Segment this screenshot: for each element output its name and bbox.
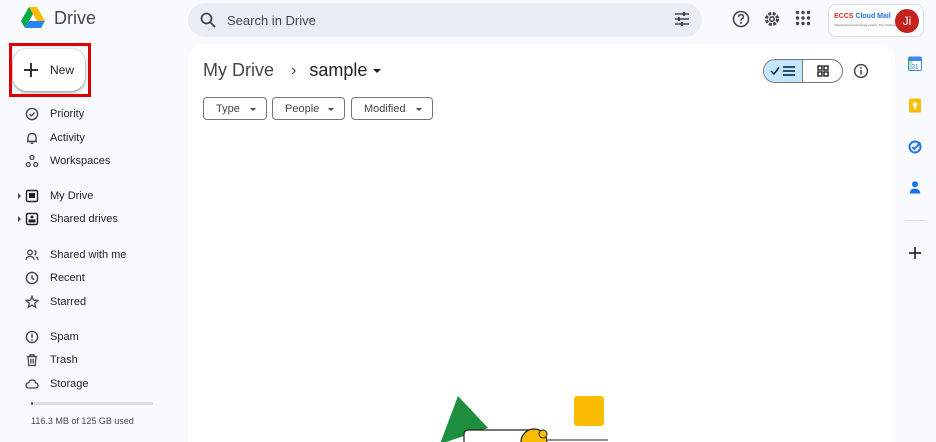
empty-folder-illustration: [440, 396, 608, 442]
workspaces-icon: [25, 154, 39, 168]
sidebar-item-spam[interactable]: Spam: [0, 326, 180, 348]
trash-icon: [25, 353, 39, 367]
filter-chip-label: Type: [216, 102, 240, 115]
search-bar[interactable]: [188, 3, 702, 37]
breadcrumb-root[interactable]: My Drive: [203, 60, 274, 81]
shared-drives-icon: [25, 212, 39, 226]
sidebar-item-workspaces[interactable]: Workspaces: [0, 150, 180, 172]
storage-bar: [31, 402, 153, 405]
breadcrumb-current-folder[interactable]: sample: [309, 60, 367, 81]
sidebar-item-label: Storage: [50, 378, 89, 390]
sidebar-item-label: Starred: [50, 296, 87, 308]
app-title: Drive: [54, 7, 97, 28]
shared-with-me-icon: [25, 248, 39, 262]
sidebar-item-label: Spam: [50, 331, 79, 343]
rail-divider: [905, 220, 925, 221]
avatar[interactable]: Ji: [895, 9, 919, 33]
search-input[interactable]: [227, 12, 647, 28]
grid-view-icon: [816, 65, 829, 77]
sidebar-item-label: Shared with me: [50, 249, 127, 261]
sidebar-item-storage[interactable]: Storage: [0, 373, 180, 395]
sidebar-item-label: Workspaces: [50, 155, 111, 167]
priority-icon: [25, 107, 39, 121]
storage-fill: [31, 402, 33, 405]
cloud-icon: [25, 377, 39, 391]
chevron-down-icon: [328, 108, 334, 111]
sidebar-item-starred[interactable]: Starred: [0, 291, 180, 313]
sidebar-item-my-drive[interactable]: My Drive: [0, 185, 180, 207]
filter-chip-label: People: [285, 102, 320, 115]
spam-icon: [25, 330, 39, 344]
breadcrumb-separator: ›: [291, 61, 297, 79]
expand-caret-icon[interactable]: [18, 193, 21, 199]
view-toggle: [763, 59, 843, 83]
sidebar-item-priority[interactable]: Priority: [0, 103, 180, 125]
search-options-icon[interactable]: [674, 11, 690, 27]
bell-icon: [25, 131, 39, 145]
sidebar-item-shared-with-me[interactable]: Shared with me: [0, 244, 180, 266]
keep-icon[interactable]: [908, 98, 922, 113]
sidebar-item-label: Recent: [50, 272, 85, 284]
breadcrumb: My Drive › sample: [203, 60, 382, 81]
tasks-icon[interactable]: [908, 140, 922, 154]
settings-icon[interactable]: [763, 10, 781, 28]
drive-logo-icon: [21, 7, 45, 28]
search-icon[interactable]: [200, 12, 216, 28]
sidebar-item-label: Trash: [50, 354, 78, 366]
sidebar-item-shared-drives[interactable]: Shared drives: [0, 208, 180, 230]
calendar-icon[interactable]: 31: [908, 56, 922, 71]
sidebar-item-activity[interactable]: Activity: [0, 127, 180, 149]
sidebar-item-label: My Drive: [50, 190, 94, 202]
expand-caret-icon[interactable]: [18, 216, 21, 222]
sidebar-item-label: Priority: [50, 108, 85, 120]
main-panel: My Drive › sample Type People Modified: [188, 44, 895, 442]
filter-chip-type[interactable]: Type: [203, 97, 267, 120]
folder-menu-dropdown-icon[interactable]: [373, 68, 382, 73]
sidebar-item-recent[interactable]: Recent: [0, 267, 180, 289]
apps-grid-icon[interactable]: [795, 10, 811, 26]
chevron-down-icon: [416, 108, 422, 111]
list-view-icon: [770, 66, 795, 76]
help-icon[interactable]: [732, 10, 750, 28]
add-addon-icon[interactable]: [908, 246, 922, 260]
filter-chip-people[interactable]: People: [272, 97, 345, 120]
sidebar-item-label: Activity: [50, 132, 85, 144]
svg-text:31: 31: [912, 65, 919, 71]
storage-usage-text: 116.3 MB of 125 GB used: [31, 416, 134, 426]
chevron-down-icon: [250, 108, 256, 111]
drive-logo[interactable]: Drive: [20, 6, 96, 30]
my-drive-icon: [25, 189, 39, 203]
info-icon[interactable]: [853, 63, 869, 79]
filter-chip-label: Modified: [364, 102, 406, 115]
contacts-icon[interactable]: [908, 180, 922, 194]
list-view-button[interactable]: [764, 60, 804, 82]
filter-chip-modified[interactable]: Modified: [351, 97, 433, 120]
annotation-highlight-box: [9, 43, 91, 97]
star-icon: [25, 295, 39, 309]
account-chip[interactable]: ECCS Cloud Mail Information technology c…: [828, 4, 924, 37]
sidebar-item-trash[interactable]: Trash: [0, 349, 180, 371]
clock-icon: [25, 271, 39, 285]
grid-view-button[interactable]: [803, 60, 842, 82]
sidebar-item-label: Shared drives: [50, 213, 118, 225]
